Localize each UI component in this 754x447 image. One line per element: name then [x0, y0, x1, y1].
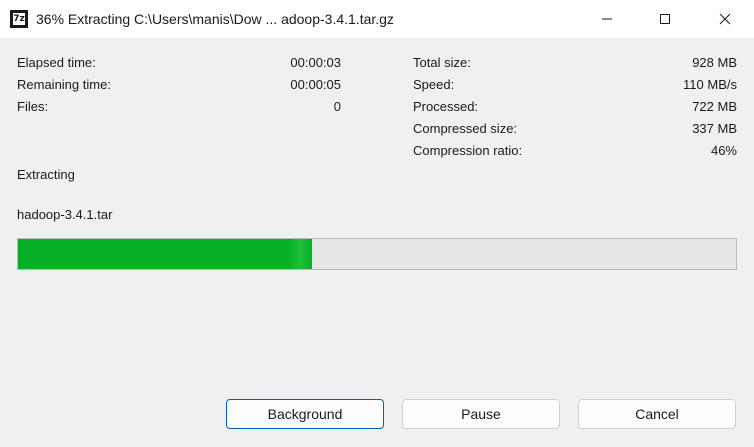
- cancel-button[interactable]: Cancel: [578, 399, 736, 429]
- current-file-label: hadoop-3.4.1.tar: [17, 207, 113, 222]
- elapsed-time-label: Elapsed time:: [17, 55, 96, 70]
- maximize-icon: [660, 14, 670, 24]
- total-size-value: 928 MB: [692, 55, 737, 70]
- compression-ratio-label: Compression ratio:: [413, 143, 523, 158]
- operation-label: Extracting: [17, 167, 75, 182]
- elapsed-time-value: 00:00:03: [290, 55, 341, 70]
- minimize-button[interactable]: [578, 0, 636, 38]
- progress-bar-fill: [18, 239, 313, 269]
- processed-value: 722 MB: [692, 99, 737, 114]
- compressed-size-label: Compressed size:: [413, 121, 518, 136]
- compression-ratio-value: 46%: [710, 143, 737, 158]
- compressed-size-value: 337 MB: [692, 121, 737, 136]
- remaining-time-value: 00:00:05: [290, 77, 341, 92]
- title-bar[interactable]: 7z 36% Extracting C:\Users\manis\Dow ...…: [0, 0, 754, 38]
- close-icon: [719, 13, 731, 25]
- close-button[interactable]: [696, 0, 754, 38]
- remaining-time-label: Remaining time:: [17, 77, 111, 92]
- maximize-button[interactable]: [636, 0, 694, 38]
- speed-label: Speed:: [413, 77, 455, 92]
- app-icon-text: 7z: [13, 13, 25, 25]
- window-title: 36% Extracting C:\Users\manis\Dow ... ad…: [36, 11, 394, 27]
- progress-bar: [17, 238, 737, 270]
- app-icon: 7z: [10, 10, 28, 28]
- pause-button[interactable]: Pause: [402, 399, 560, 429]
- files-value: 0: [333, 99, 341, 114]
- minimize-icon: [602, 18, 612, 20]
- background-button[interactable]: Background: [226, 399, 384, 429]
- processed-label: Processed:: [413, 99, 479, 114]
- extract-progress-window: 7z 36% Extracting C:\Users\manis\Dow ...…: [0, 0, 754, 447]
- files-label: Files:: [17, 99, 49, 114]
- speed-value: 110 MB/s: [683, 77, 737, 92]
- total-size-label: Total size:: [413, 55, 471, 70]
